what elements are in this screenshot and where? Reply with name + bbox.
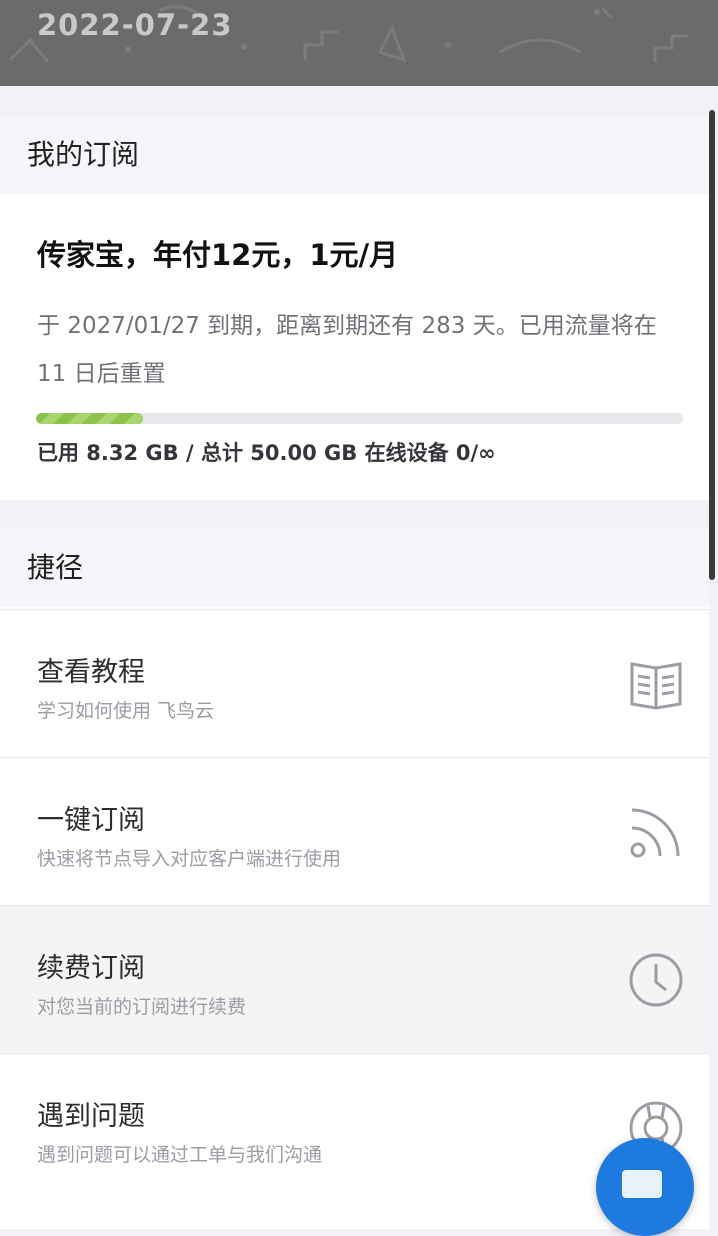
clock-icon (628, 952, 684, 1008)
shortcut-title: 遇到问题 (37, 1101, 145, 1132)
app-header: 2022-07-23 (0, 0, 718, 86)
shortcut-renew-subscription[interactable]: 续费订阅 对您当前的订阅进行续费 (0, 905, 709, 1053)
chat-icon (622, 1170, 662, 1198)
book-icon (628, 656, 684, 712)
shortcut-title: 续费订阅 (37, 953, 145, 984)
shortcut-subtitle: 学习如何使用 飞鸟云 (37, 700, 215, 722)
subscription-heading: 我的订阅 (0, 116, 709, 194)
shortcut-subtitle: 遇到问题可以通过工单与我们沟通 (37, 1144, 323, 1166)
traffic-progress-fill (36, 413, 144, 424)
scrollbar[interactable] (709, 110, 715, 580)
shortcut-one-click-subscribe[interactable]: 一键订阅 快速将节点导入对应客户端进行使用 (0, 757, 709, 905)
shortcut-title: 查看教程 (37, 657, 145, 688)
traffic-progress-bar (36, 413, 683, 424)
shortcut-view-tutorial[interactable]: 查看教程 学习如何使用 飞鸟云 (0, 609, 709, 757)
rss-icon (628, 804, 684, 860)
shortcut-title: 一键订阅 (37, 805, 145, 836)
chat-support-button[interactable] (596, 1138, 694, 1236)
shortcut-subtitle: 快速将节点导入对应客户端进行使用 (37, 848, 342, 870)
shortcuts-heading: 捷径 (0, 529, 709, 607)
plan-title: 传家宝，年付12元，1元/月 (37, 238, 399, 272)
shortcuts-card: 捷径 查看教程 学习如何使用 飞鸟云 一键订阅 快速将节点导入对应客户端进行使用… (0, 529, 709, 1229)
subscription-card: 我的订阅 传家宝，年付12元，1元/月 于 2027/01/27 到期，距离到期… (0, 116, 709, 500)
header-date: 2022-07-23 (37, 8, 233, 42)
plan-description: 于 2027/01/27 到期，距离到期还有 283 天。已用流量将在 11 日… (37, 313, 657, 387)
shortcut-subtitle: 对您当前的订阅进行续费 (37, 996, 247, 1018)
usage-summary: 已用 8.32 GB / 总计 50.00 GB 在线设备 0/∞ (37, 441, 496, 465)
